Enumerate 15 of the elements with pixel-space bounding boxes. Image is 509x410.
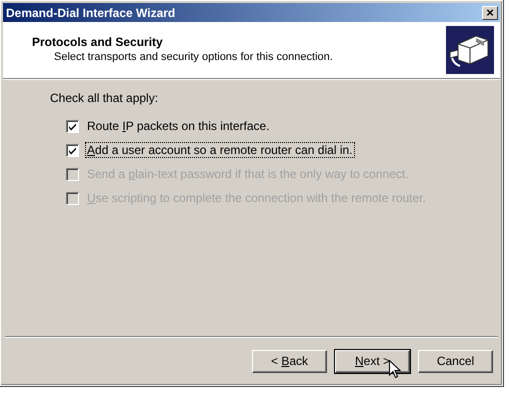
checkbox-label[interactable]: Route IP packets on this interface. — [86, 119, 271, 133]
check-icon — [68, 122, 77, 130]
wizard-button[interactable]: < Back — [252, 350, 327, 372]
window-title: Demand-Dial Interface Wizard — [6, 6, 176, 20]
page-title: Protocols and Security — [32, 35, 164, 49]
check-icon — [68, 146, 77, 154]
checkbox[interactable] — [66, 144, 79, 156]
network-cable-icon — [446, 26, 494, 74]
mouse-cursor-icon — [389, 360, 401, 378]
checkbox[interactable] — [66, 120, 79, 132]
checkbox-label[interactable]: Add a user account so a remote router can dial in. — [86, 143, 354, 157]
instruction-text: Check all that apply: — [50, 91, 160, 105]
close-button[interactable]: × — [482, 6, 498, 20]
wizard-button[interactable]: Cancel — [418, 350, 493, 372]
page-subtitle: Select transports and security options for this connection. — [53, 51, 333, 63]
